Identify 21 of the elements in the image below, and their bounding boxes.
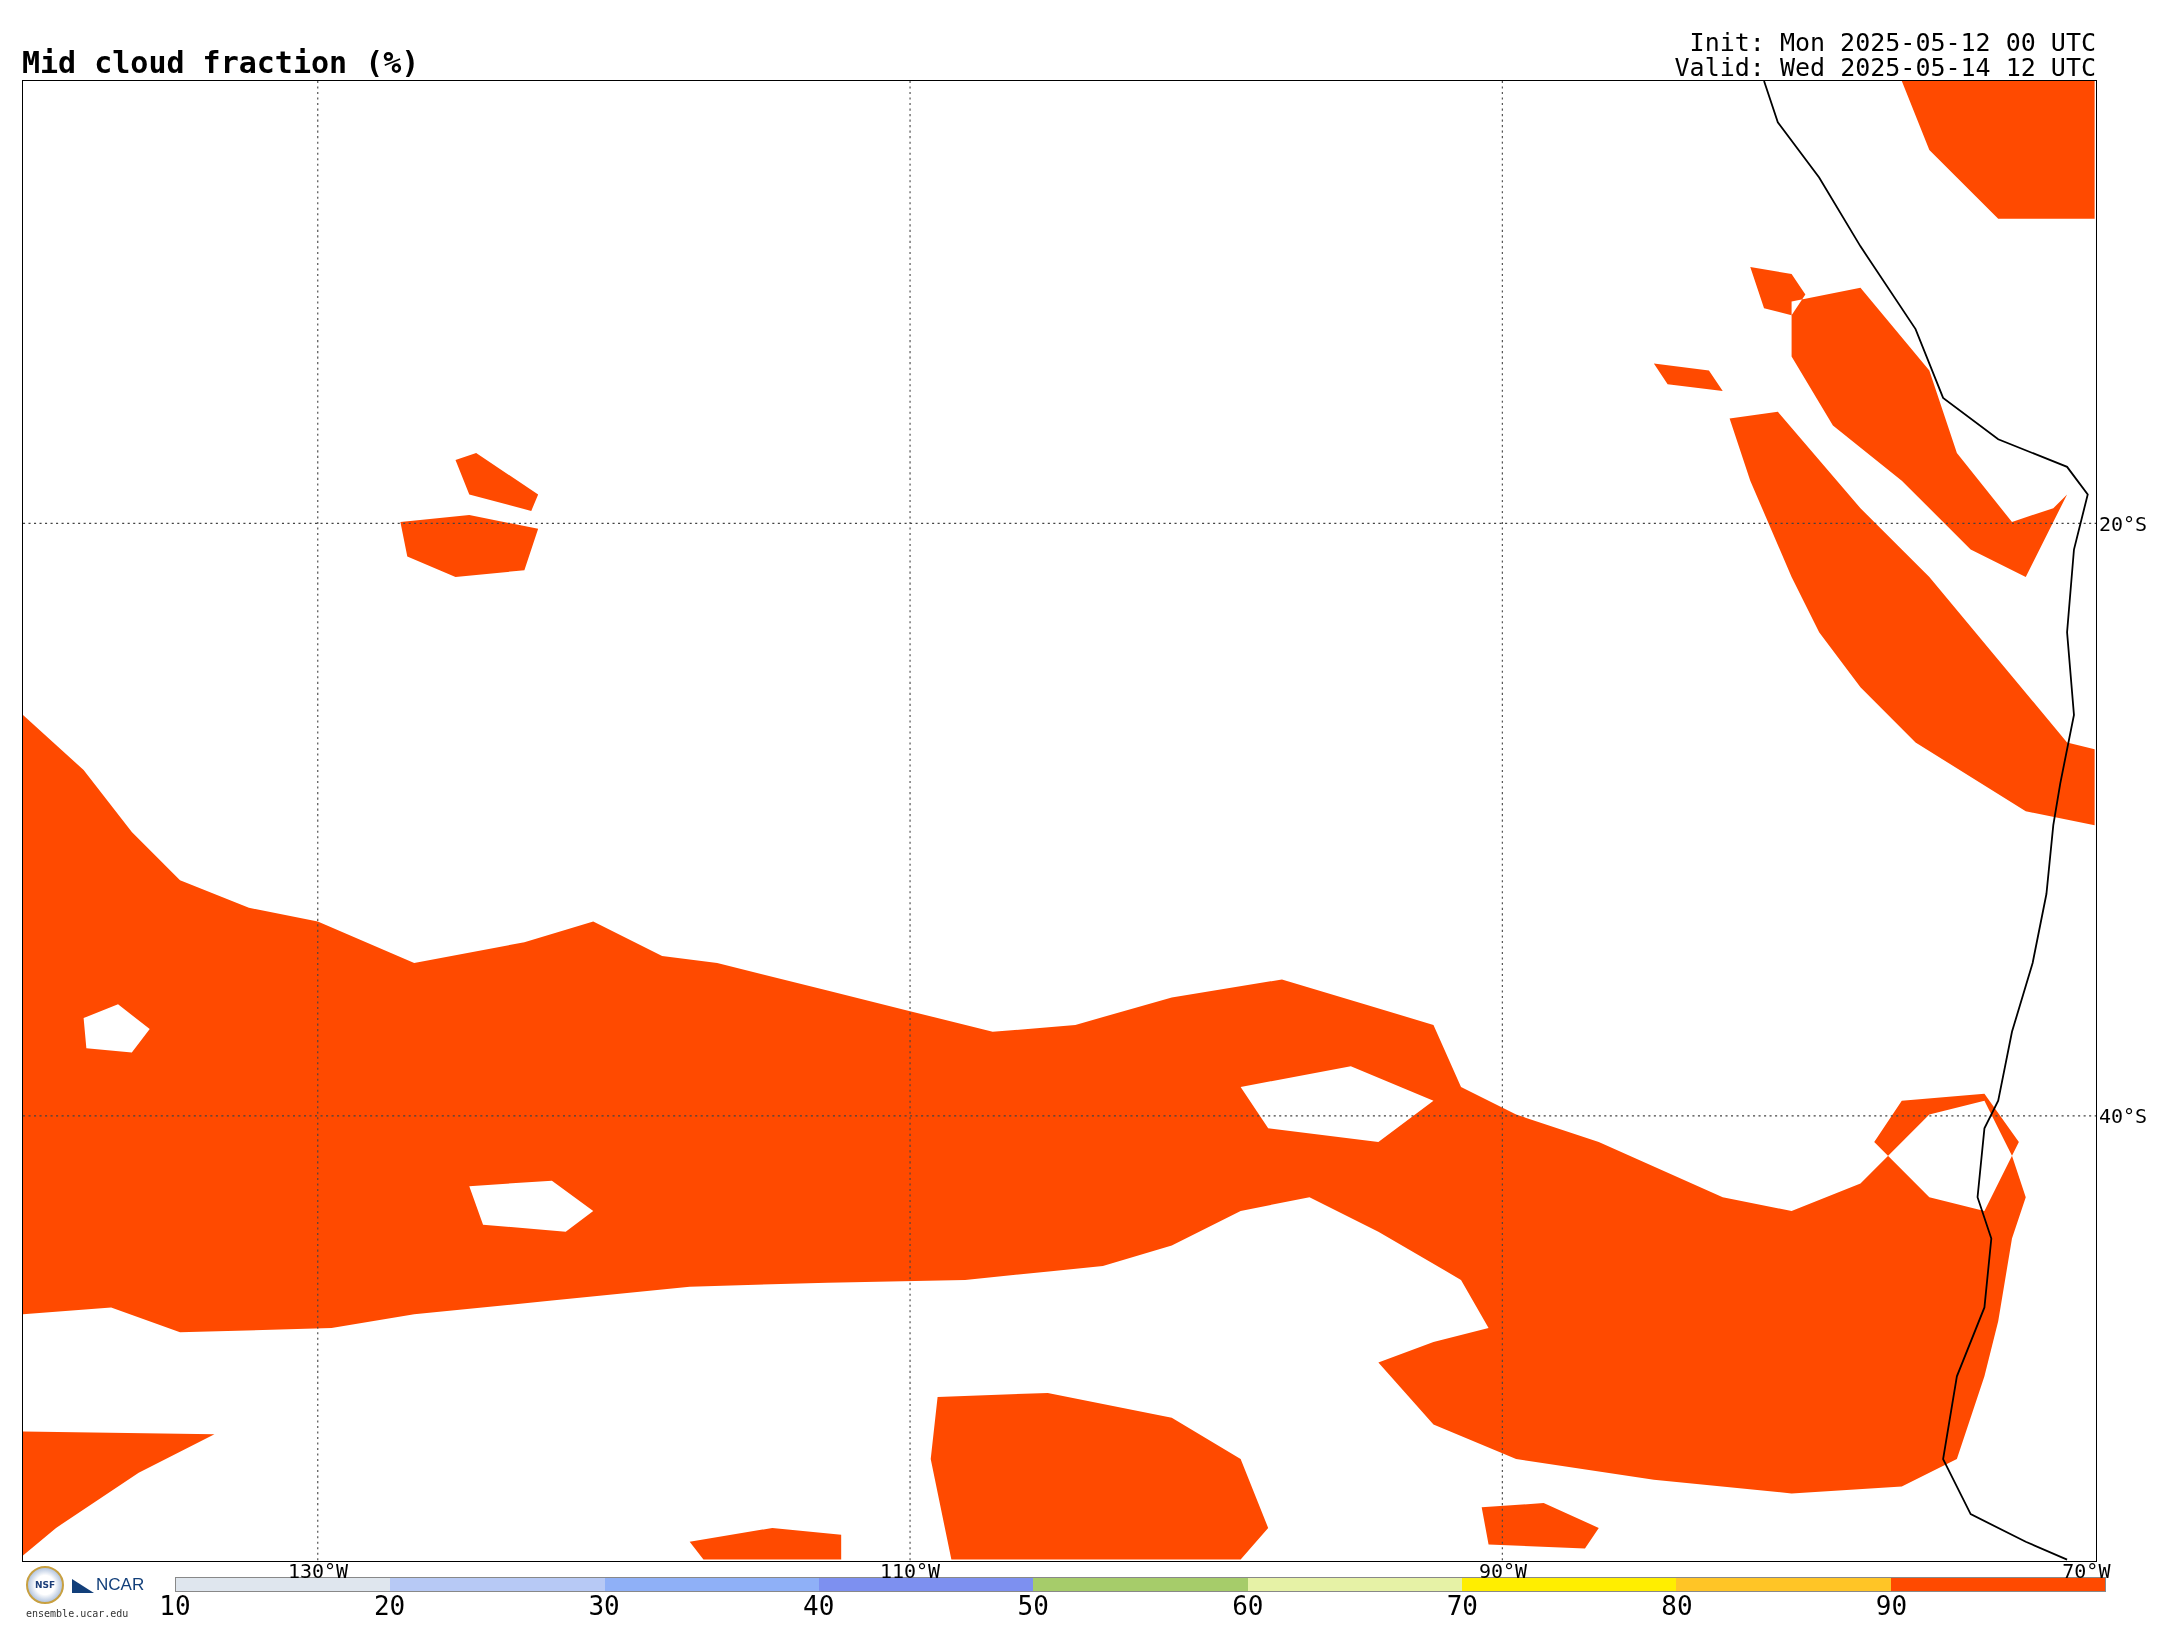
colorbar-tick-label: 50 [1017,1592,1049,1621]
colorbar-tick-label: 40 [803,1592,835,1621]
longitude-label: 110°W [879,1561,941,1581]
valid-time: Valid: Wed 2025-05-14 12 UTC [1674,55,2096,80]
seal-logo: NSF [26,1566,64,1604]
longitude-label: 130°W [287,1561,349,1581]
latitude-label: 40°S [2099,1104,2148,1128]
colorbar-tick-label: 80 [1661,1592,1693,1621]
ncar-logo: NCAR [72,1575,145,1595]
longitude-label: 90°W [1478,1561,1528,1581]
colorbar-tick-label: 70 [1446,1592,1479,1621]
colorbar-tick-label: 30 [588,1592,620,1621]
latitude-label: 20°S [2099,512,2148,536]
colorbar-tick-label: 20 [373,1592,406,1621]
init-time: Init: Mon 2025-05-12 00 UTC [1689,30,2096,55]
longitude-label: 70°W [2062,1561,2111,1581]
colorbar-tick-label: 10 [159,1592,191,1621]
website-url: ensemble.ucar.edu [26,1608,129,1619]
colorbar-tick-label: 60 [1232,1592,1264,1621]
colorbar-tick-label: 90 [1875,1592,1908,1621]
chart-title: Mid cloud fraction (%) [22,48,420,78]
